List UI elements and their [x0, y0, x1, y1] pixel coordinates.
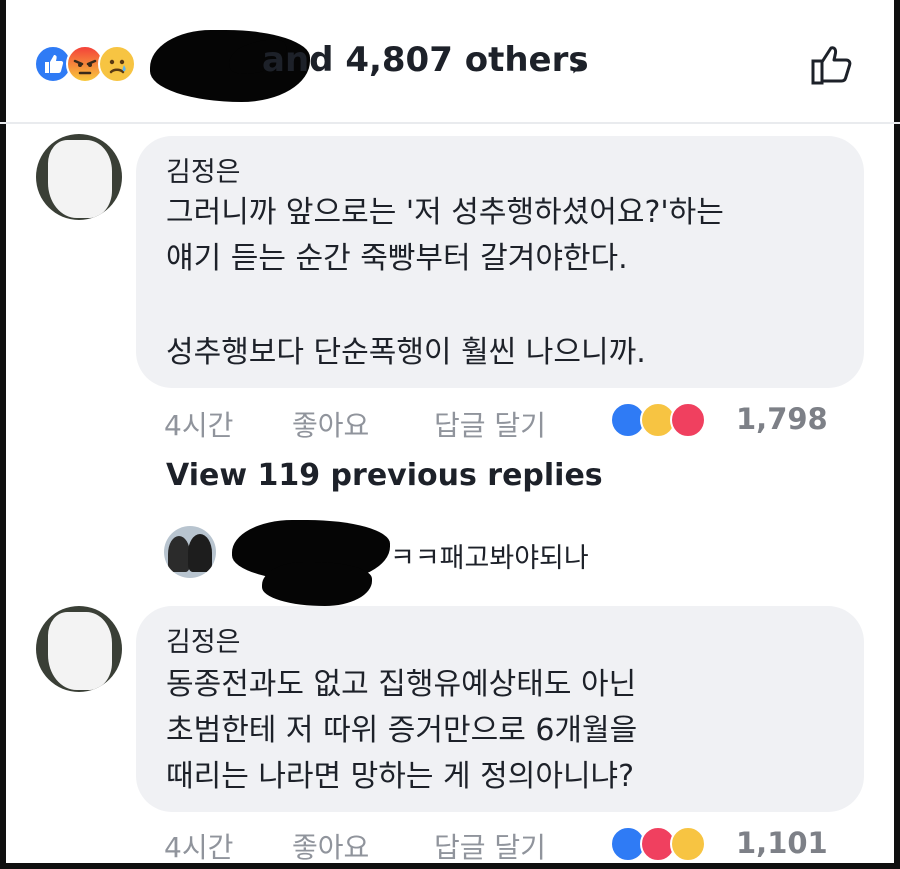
avatar[interactable] [36, 606, 122, 692]
comment-line: 동종전과도 없고 집행유예상태도 아닌 [166, 667, 637, 702]
comment-line: 얘기 듣는 순간 죽빵부터 갈겨야한다. [166, 241, 628, 276]
reply-link[interactable]: 답글 달기 [434, 404, 546, 444]
comment-line: 초범한테 저 따위 증거만으로 6개월을 [166, 713, 638, 748]
comment-bubble[interactable]: 김정은 그러니까 앞으로는 '저 성추행하셨어요?'하는 얘기 듣는 순간 죽빵… [136, 136, 864, 388]
comment-line: 때리는 나라면 망하는 게 정의아니냐? [166, 759, 635, 794]
reply-avatar[interactable] [164, 526, 216, 578]
comment-line: 성추행보다 단순폭행이 훨씬 나으니까. [166, 335, 646, 370]
reaction-count[interactable]: 1,101 [736, 826, 828, 860]
comment-reactions[interactable] [610, 402, 720, 438]
avatar-person [168, 536, 190, 572]
avatar-blur [48, 612, 112, 690]
comment-bubble[interactable]: 김정은 동종전과도 없고 집행유예상태도 아닌 초범한테 저 따위 증거만으로 … [136, 606, 864, 812]
view-previous-replies-link[interactable]: View 119 previous replies [166, 458, 603, 493]
reactor-names[interactable]: and 4,807 others [262, 40, 589, 80]
reactions-header[interactable]: and 4,807 others › [0, 0, 900, 124]
right-frame-edge [894, 0, 900, 869]
thumbs-up-icon[interactable] [808, 40, 858, 88]
reply-link[interactable]: 답글 달기 [434, 826, 546, 866]
left-frame-edge [0, 0, 6, 869]
comment-author[interactable]: 김정은 [166, 150, 241, 189]
sad-icon [98, 45, 136, 83]
avatar-blur [48, 140, 112, 218]
reaction-count[interactable]: 1,798 [736, 402, 828, 436]
love-icon [670, 402, 706, 438]
like-link[interactable]: 좋아요 [292, 826, 369, 866]
avatar-person [188, 534, 212, 572]
comment-line: 그러니까 앞으로는 '저 성추행하셨어요?'하는 [166, 195, 724, 230]
avatar[interactable] [36, 134, 122, 220]
reaction-summary[interactable] [34, 45, 144, 83]
reply-text: ㅋㅋ패고봐야되나 [390, 543, 589, 574]
reactor-count-text: and 4,807 others [262, 40, 589, 80]
chevron-right-icon[interactable]: › [570, 44, 584, 85]
comment-reactions[interactable] [610, 826, 720, 862]
like-link[interactable]: 좋아요 [292, 404, 369, 444]
haha-icon [670, 826, 706, 862]
redacted-name-scribble [262, 562, 372, 606]
comment-time: 4시간 [164, 409, 234, 442]
comment-time: 4시간 [164, 831, 234, 864]
comment-author[interactable]: 김정은 [166, 620, 241, 659]
